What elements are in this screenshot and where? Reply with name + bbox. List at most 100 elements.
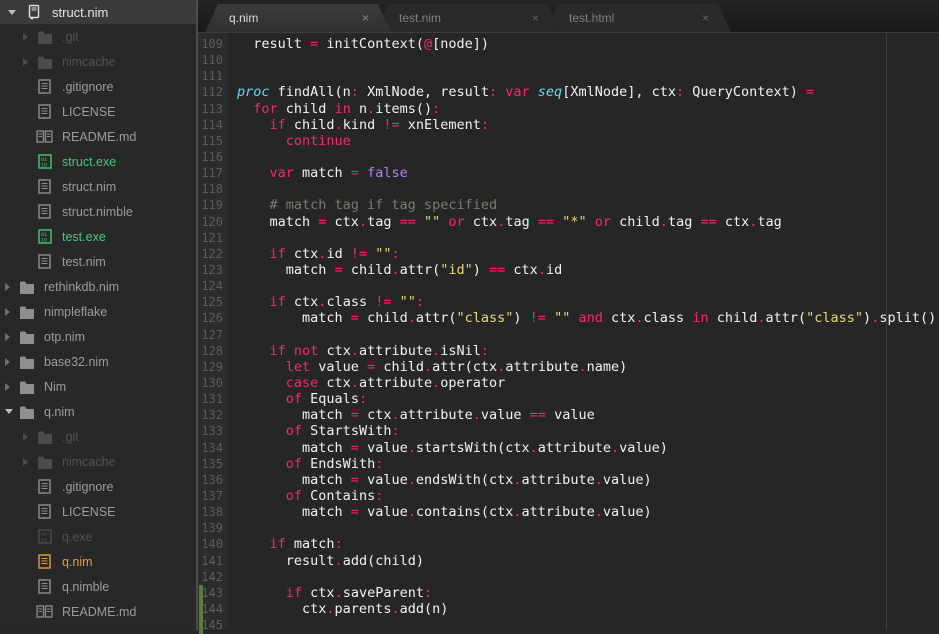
tree-item-struct-exe[interactable]: 01 10 struct.exe <box>0 149 196 174</box>
tree-item-nimcache[interactable]: nimcache <box>0 49 196 74</box>
code-line[interactable]: for child in n.items(): <box>237 101 939 117</box>
tab-q-nim[interactable]: q.nim × <box>205 4 391 32</box>
tree-item-nimcache[interactable]: nimcache <box>0 449 196 474</box>
tab-close-icon[interactable]: × <box>702 12 709 24</box>
chevron-right-icon[interactable] <box>23 432 28 441</box>
code-line[interactable]: of Contains: <box>237 488 939 504</box>
code-line[interactable] <box>237 230 939 246</box>
code-line[interactable]: proc findAll(n: XmlNode, result: var seq… <box>237 84 939 100</box>
tree-item-test-exe[interactable]: 01 10 test.exe <box>0 224 196 249</box>
code-line[interactable]: match = ctx.attribute.value == value <box>237 407 939 423</box>
tab-test-html[interactable]: test.html × <box>545 4 731 32</box>
code-line[interactable]: match = child.attr("class") != "" and ct… <box>237 310 939 326</box>
tree-item-struct-nimble[interactable]: struct.nimble <box>0 199 196 224</box>
code-line[interactable]: ctx.parents.add(n) <box>237 601 939 617</box>
git-diff-marker <box>199 585 203 634</box>
code-line[interactable]: if ctx.id != "": <box>237 246 939 262</box>
code-line[interactable] <box>237 569 939 585</box>
folder-icon <box>18 380 35 394</box>
code-line[interactable]: if match: <box>237 536 939 552</box>
tree-item-q-nim[interactable]: q.nim <box>0 549 196 574</box>
line-number: 122 <box>201 246 223 261</box>
chevron-right-icon[interactable] <box>5 332 10 341</box>
code-line[interactable]: match = child.attr("id") == ctx.id <box>237 262 939 278</box>
line-number: 138 <box>201 505 223 520</box>
line-number: 115 <box>201 133 223 148</box>
tree-item-label: test.exe <box>62 229 106 244</box>
code-line[interactable]: case ctx.attribute.operator <box>237 375 939 391</box>
chevron-down-icon[interactable] <box>8 9 16 15</box>
code-line[interactable]: result.add(child) <box>237 553 939 569</box>
code-line[interactable]: if ctx.saveParent: <box>237 585 939 601</box>
book-icon <box>36 605 53 618</box>
code-line[interactable]: continue <box>237 133 939 149</box>
chevron-right-icon[interactable] <box>5 357 10 366</box>
line-number: 124 <box>201 279 223 294</box>
code-line[interactable]: var match = false <box>237 165 939 181</box>
chevron-right-icon[interactable] <box>5 282 10 291</box>
chevron-right-icon[interactable] <box>23 57 28 66</box>
code-line[interactable]: result = initContext(@[node]) <box>237 36 939 52</box>
chevron-right-icon[interactable] <box>23 32 28 41</box>
line-number: 140 <box>201 537 223 552</box>
tree-item-readme-md[interactable]: README.md <box>0 599 196 624</box>
tree-item-test-nim[interactable]: test.nim <box>0 249 196 274</box>
code-line[interactable]: of StartsWith: <box>237 423 939 439</box>
tree-item-readme-md[interactable]: README.md <box>0 124 196 149</box>
file-icon <box>36 479 53 494</box>
tree-item-q-nimble[interactable]: q.nimble <box>0 574 196 599</box>
tree-item-q-exe[interactable]: 01 10 q.exe <box>0 524 196 549</box>
code-line[interactable]: match = value.endsWith(ctx.attribute.val… <box>237 472 939 488</box>
code-line[interactable]: let value = child.attr(ctx.attribute.nam… <box>237 359 939 375</box>
chevron-right-icon[interactable] <box>5 307 10 316</box>
code-line[interactable]: match = value.contains(ctx.attribute.val… <box>237 504 939 520</box>
tree-item-rethinkdb-nim[interactable]: rethinkdb.nim <box>0 274 196 299</box>
code-line[interactable] <box>237 68 939 84</box>
code-line[interactable]: # match tag if tag specified <box>237 197 939 213</box>
tree-item-q-nim[interactable]: q.nim <box>0 399 196 424</box>
code-line[interactable] <box>237 149 939 165</box>
chevron-right-icon[interactable] <box>5 382 10 391</box>
line-number: 134 <box>201 440 223 455</box>
tab-close-icon[interactable]: × <box>532 12 539 24</box>
code-line[interactable]: of EndsWith: <box>237 456 939 472</box>
code-line[interactable] <box>237 52 939 68</box>
chevron-right-icon[interactable] <box>23 457 28 466</box>
notebook-icon <box>26 4 42 20</box>
code-area[interactable]: result = initContext(@[node]) proc findAl… <box>228 33 939 630</box>
code-line[interactable] <box>237 181 939 197</box>
code-line[interactable] <box>237 327 939 343</box>
code-line[interactable]: if child.kind != xnElement: <box>237 117 939 133</box>
code-line[interactable]: if not ctx.attribute.isNil: <box>237 343 939 359</box>
file-icon <box>36 179 53 194</box>
tree-item-nimpleflake[interactable]: nimpleflake <box>0 299 196 324</box>
tree-item-license[interactable]: LICENSE <box>0 99 196 124</box>
code-line[interactable]: of Equals: <box>237 391 939 407</box>
tab-close-icon[interactable]: × <box>362 12 369 24</box>
tree-item--git[interactable]: .git <box>0 424 196 449</box>
tab-test-nim[interactable]: test.nim × <box>375 4 561 32</box>
code-line[interactable] <box>237 617 939 630</box>
tree-item--gitignore[interactable]: .gitignore <box>0 74 196 99</box>
tree-item-struct-nim[interactable]: struct.nim <box>0 174 196 199</box>
code-line[interactable]: if ctx.class != "": <box>237 294 939 310</box>
sidebar-header[interactable]: struct.nim <box>0 0 196 24</box>
folder-icon <box>36 430 53 444</box>
chevron-down-icon[interactable] <box>5 409 13 414</box>
code-line[interactable]: match = value.startsWith(ctx.attribute.v… <box>237 440 939 456</box>
code-line[interactable] <box>237 278 939 294</box>
tab-bar: q.nim × test.nim × test.html × <box>198 0 939 33</box>
tree-item-nim[interactable]: Nim <box>0 374 196 399</box>
line-number: 112 <box>201 85 223 100</box>
tree-item-otp-nim[interactable]: otp.nim <box>0 324 196 349</box>
code-line[interactable]: match = ctx.tag == "" or ctx.tag == "*" … <box>237 214 939 230</box>
tree-item-base32-nim[interactable]: base32.nim <box>0 349 196 374</box>
tree-item--git[interactable]: .git <box>0 24 196 49</box>
code-line[interactable] <box>237 520 939 536</box>
file-icon <box>36 104 53 119</box>
tree-item-license[interactable]: LICENSE <box>0 499 196 524</box>
tab-label: test.nim <box>399 11 442 25</box>
tree-item--gitignore[interactable]: .gitignore <box>0 474 196 499</box>
editor-pane[interactable]: 109 110 111 112 113 114 115 116 117 118 119 120 121 1… <box>198 33 939 634</box>
folder-icon <box>36 455 53 469</box>
